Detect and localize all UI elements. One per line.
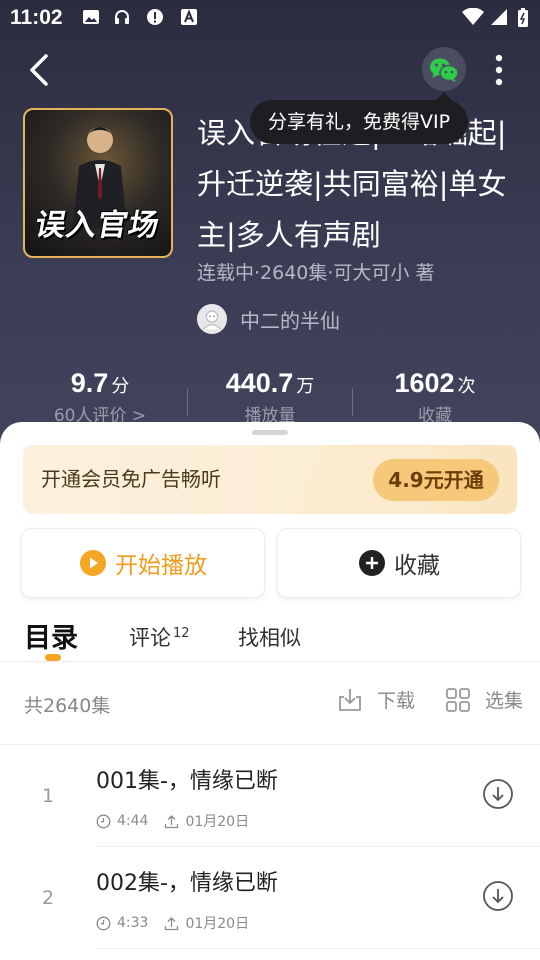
episode-duration: 4:33 bbox=[117, 915, 149, 931]
back-button[interactable] bbox=[22, 50, 58, 90]
more-options-button[interactable] bbox=[484, 50, 514, 90]
upload-icon bbox=[165, 916, 179, 930]
episode-duration: 4:44 bbox=[117, 813, 149, 829]
stat-plays-value: 440.7 bbox=[225, 368, 294, 398]
book-header: 11:02 误入官场 误入官 崛起|升迁逆袭|共同富裕|单女主|多人有声剧 连载… bbox=[0, 0, 540, 450]
comments-count-badge: 12 bbox=[173, 626, 190, 641]
book-cover: 误入官场 bbox=[23, 108, 173, 258]
download-button[interactable]: 下载 bbox=[337, 686, 415, 713]
divider bbox=[96, 948, 540, 949]
alert-icon bbox=[146, 8, 164, 26]
stats-row: 9.7 分 60人评价 > 440.7 万 播放量 1602 次 收藏 bbox=[0, 368, 540, 428]
share-tooltip[interactable]: 分享有礼，免费得VIP bbox=[250, 92, 469, 144]
favorite-button[interactable]: 收藏 bbox=[277, 528, 521, 598]
start-play-label: 开始播放 bbox=[115, 553, 207, 579]
narrator-name: 中二的半仙 bbox=[240, 308, 340, 333]
stat-rating[interactable]: 9.7 分 60人评价 > bbox=[10, 368, 190, 426]
detail-sheet: 开通会员免广告畅听 4.9元开通 开始播放 收藏 目录 评论 12 找相似 共26… bbox=[0, 422, 540, 960]
episode-index: 1 bbox=[41, 785, 55, 807]
more-vertical-icon bbox=[495, 54, 503, 86]
list-item[interactable]: 2 002集-，情缘已断 4:33 01月20日 bbox=[0, 847, 540, 949]
font-icon bbox=[180, 8, 198, 26]
list-item[interactable]: 1 001集-，情缘已断 4:44 01月20日 bbox=[0, 745, 540, 847]
tab-catalog-label: 目录 bbox=[24, 623, 78, 654]
episode-count: 共2640集 bbox=[24, 695, 111, 717]
user-avatar-icon bbox=[202, 310, 222, 330]
wechat-share-button[interactable] bbox=[422, 47, 466, 91]
tab-comments[interactable]: 评论 12 bbox=[129, 622, 190, 652]
book-meta: 连载中·2640集·可大可小 著 bbox=[197, 262, 435, 284]
clock-icon bbox=[96, 814, 111, 828]
battery-icon bbox=[517, 8, 529, 27]
cover-title: 误入官场 bbox=[32, 208, 163, 243]
episode-date: 01月20日 bbox=[185, 916, 250, 932]
narrator-row[interactable]: 中二的半仙 bbox=[197, 303, 340, 335]
episode-index: 2 bbox=[41, 887, 55, 909]
stat-rating-value: 9.7 bbox=[70, 368, 109, 398]
select-episodes-label: 选集 bbox=[485, 690, 524, 712]
tab-similar[interactable]: 找相似 bbox=[238, 622, 301, 652]
play-icon bbox=[80, 550, 106, 576]
plus-circle-icon bbox=[359, 550, 385, 576]
stat-plays-unit: 万 bbox=[296, 376, 315, 397]
gallery-icon bbox=[82, 8, 100, 26]
episode-info: 4:44 01月20日 bbox=[96, 811, 249, 831]
headset-icon bbox=[113, 8, 131, 26]
episode-title: 002集-，情缘已断 bbox=[96, 871, 278, 896]
stat-plays: 440.7 万 播放量 bbox=[180, 368, 360, 426]
wifi-icon bbox=[462, 8, 484, 26]
upload-icon bbox=[165, 814, 179, 828]
download-icon bbox=[339, 688, 361, 711]
tab-catalog[interactable]: 目录 bbox=[24, 616, 78, 655]
wechat-icon bbox=[430, 58, 459, 82]
clock-icon bbox=[96, 916, 111, 930]
active-tab-indicator bbox=[45, 654, 61, 661]
stat-rating-unit: 分 bbox=[111, 376, 130, 397]
vip-open-button[interactable]: 4.9元开通 bbox=[373, 459, 499, 501]
status-bar: 11:02 bbox=[0, 0, 540, 36]
status-time: 11:02 bbox=[10, 6, 63, 29]
download-icon[interactable] bbox=[482, 880, 514, 912]
tab-bar: 目录 评论 12 找相似 bbox=[0, 616, 540, 662]
avatar bbox=[197, 304, 227, 334]
favorite-label: 收藏 bbox=[394, 553, 440, 579]
tab-comments-label: 评论 bbox=[129, 626, 171, 650]
vip-banner-text: 开通会员免广告畅听 bbox=[41, 467, 221, 491]
stat-favorites-unit: 次 bbox=[457, 376, 476, 397]
tab-similar-label: 找相似 bbox=[238, 626, 301, 650]
stat-favorites: 1602 次 收藏 bbox=[345, 368, 525, 426]
stat-favorites-value: 1602 bbox=[394, 368, 455, 398]
download-icon[interactable] bbox=[482, 778, 514, 810]
select-episodes-button[interactable]: 选集 bbox=[445, 686, 523, 713]
start-play-button[interactable]: 开始播放 bbox=[21, 528, 265, 598]
episode-date: 01月20日 bbox=[185, 814, 250, 830]
catalog-toolbar: 共2640集 下载 选集 bbox=[0, 662, 540, 744]
vip-banner[interactable]: 开通会员免广告畅听 4.9元开通 bbox=[23, 445, 517, 514]
chevron-left-icon bbox=[30, 54, 48, 86]
signal-icon bbox=[490, 8, 508, 26]
grid-icon bbox=[446, 687, 470, 712]
download-label: 下载 bbox=[377, 690, 416, 712]
drag-handle[interactable] bbox=[252, 430, 288, 435]
episode-title: 001集-，情缘已断 bbox=[96, 769, 278, 794]
episode-info: 4:33 01月20日 bbox=[96, 913, 249, 933]
